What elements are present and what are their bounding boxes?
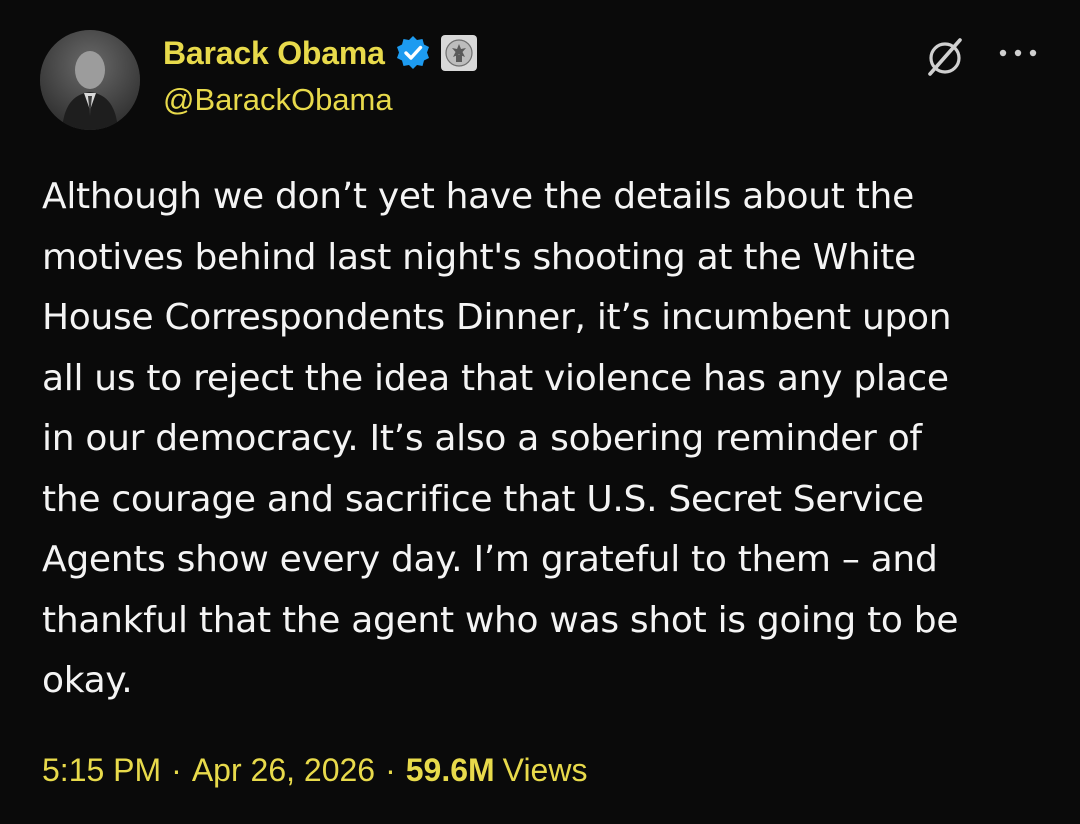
meta-separator: · bbox=[385, 752, 396, 788]
avatar-photo bbox=[40, 30, 140, 130]
views-count[interactable]: 59.6M bbox=[406, 752, 495, 789]
grok-icon[interactable] bbox=[922, 34, 968, 80]
meta-separator: · bbox=[171, 752, 182, 788]
tweet-text: Although we don’t yet have the details a… bbox=[42, 176, 959, 701]
author-info[interactable]: Barack Obama @BarackObama bbox=[163, 32, 477, 118]
user-handle[interactable]: @BarackObama bbox=[163, 82, 477, 118]
government-seal-icon[interactable] bbox=[440, 35, 477, 71]
avatar[interactable] bbox=[40, 30, 140, 130]
views-label: Views bbox=[502, 752, 588, 788]
more-dots-icon[interactable] bbox=[994, 38, 1042, 68]
tweet-card: Barack Obama @BarackObama Although we do… bbox=[0, 0, 1080, 824]
display-name[interactable]: Barack Obama bbox=[163, 35, 385, 72]
post-time[interactable]: 5:15 PM bbox=[42, 752, 161, 789]
post-date[interactable]: Apr 26, 2026 bbox=[192, 752, 375, 789]
verified-badge-icon[interactable] bbox=[393, 33, 433, 73]
name-row: Barack Obama bbox=[163, 32, 477, 74]
tweet-meta: 5:15 PM · Apr 26, 2026 · 59.6M Views bbox=[42, 752, 587, 789]
